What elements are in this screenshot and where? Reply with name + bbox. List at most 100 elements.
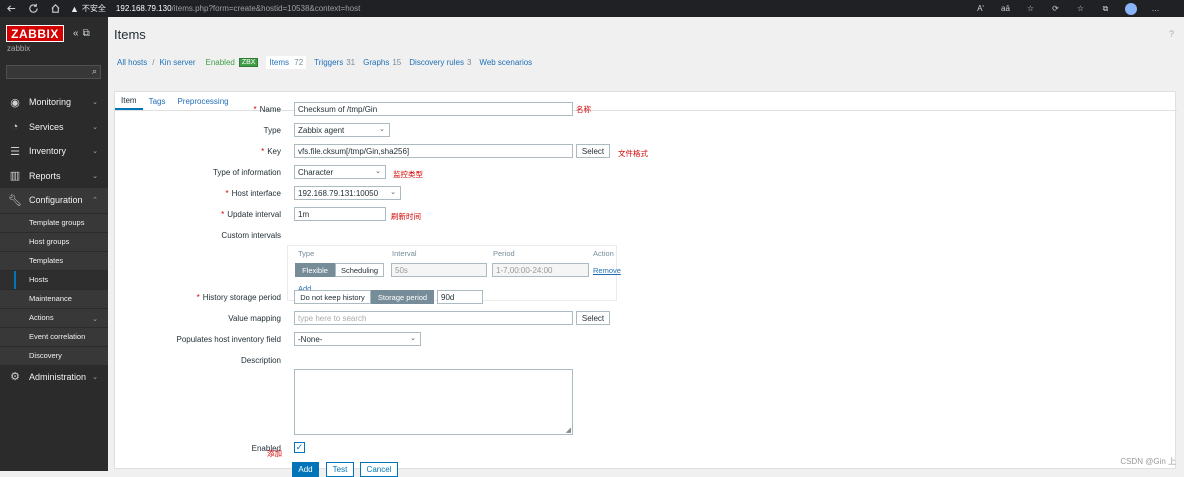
add-button[interactable]: Add	[292, 462, 319, 477]
value-mapping-input[interactable]: type here to search	[294, 311, 573, 325]
host-inventory-select[interactable]: -None- ⌄	[294, 332, 421, 346]
chevron-down-icon: ⌄	[92, 99, 98, 106]
browser-toolbar: ▲ 不安全 192.168.79.130/items.php?form=crea…	[0, 0, 1184, 17]
type-select[interactable]: Zabbix agent ⌄	[294, 123, 390, 137]
favorites-icon[interactable]: ☆	[1068, 0, 1093, 17]
breadcrumb: All hosts / Kin server Enabled ZBX Items…	[117, 56, 532, 69]
hsp-do-not-keep-toggle[interactable]: Do not keep history	[294, 290, 371, 304]
key-select-button[interactable]: Select	[576, 144, 610, 158]
main-menu: ◉ Monitoring ⌄ ◔ Services ⌄ ☰ Inventory …	[0, 90, 108, 389]
breadcrumb-all-hosts[interactable]: All hosts	[117, 58, 147, 67]
description-label: Description	[240, 356, 281, 365]
name-annotation: 名称	[576, 105, 591, 114]
sidebar-search-input[interactable]: ⌕	[6, 65, 101, 79]
submenu-hosts[interactable]: Hosts	[0, 269, 108, 290]
ci-scheduling-toggle[interactable]: Scheduling	[335, 263, 384, 277]
key-input[interactable]: vfs.file.cksum[/tmp/Gin,sha256]	[294, 144, 573, 158]
submenu-maintenance[interactable]: Maintenance	[0, 288, 108, 308]
name-input[interactable]: Checksum of /tmp/Gin	[294, 102, 573, 116]
more-icon[interactable]: …	[1143, 0, 1168, 17]
host-interface-select[interactable]: 192.168.79.131:10050 ⌄	[294, 186, 401, 200]
host-interface-label: * Host interface	[121, 189, 281, 198]
refresh-page-icon[interactable]: ⟳	[1043, 0, 1068, 17]
menu-configuration[interactable]: 🔧︎ Configuration ⌃	[0, 188, 108, 213]
profile-avatar[interactable]	[1118, 0, 1143, 17]
phi-select-value: -None-	[298, 334, 323, 344]
menu-monitoring[interactable]: ◉ Monitoring ⌄	[0, 90, 108, 115]
menu-label: Reports	[29, 170, 61, 181]
url-host: 192.168.79.130	[115, 4, 172, 13]
list-icon: ☰	[10, 145, 20, 158]
item-form-card: Item Tags Preprocessing * Name Checksum o…	[114, 91, 1177, 477]
submenu-event-correlation[interactable]: Event correlation	[0, 326, 108, 346]
menu-services[interactable]: ◔ Services ⌄	[0, 115, 108, 140]
submenu-template-groups[interactable]: Template groups	[0, 212, 108, 232]
required-marker: *	[261, 147, 265, 156]
nav-triggers-count: 31	[346, 58, 356, 67]
custom-intervals-label: Custom intervals	[221, 231, 281, 240]
cancel-button[interactable]: Cancel	[360, 462, 398, 477]
home-icon[interactable]	[44, 0, 66, 17]
submenu-actions[interactable]: Actions ⌄	[0, 307, 108, 327]
collapse-sidebar-icon[interactable]: «	[73, 28, 83, 39]
chevron-down-icon: ⌄	[410, 335, 416, 342]
clock-icon: ◔	[11, 120, 19, 133]
read-aloud-icon[interactable]: Aʹ	[968, 0, 993, 17]
page-title: Items	[114, 27, 146, 42]
submenu-templates[interactable]: Templates	[0, 250, 108, 270]
submenu-host-groups[interactable]: Host groups	[0, 231, 108, 251]
toi-annotation: 监控类型	[393, 170, 423, 179]
ci-flexible-toggle[interactable]: Flexible	[295, 263, 335, 277]
update-interval-input[interactable]: 1m	[294, 207, 386, 221]
nav-items[interactable]: Items 72	[266, 56, 307, 69]
collections-icon[interactable]: ⧉	[1093, 0, 1118, 17]
ci-col-period: Period	[493, 249, 515, 258]
ci-remove-link[interactable]: Remove	[593, 266, 621, 275]
hsp-value-input[interactable]: 90d	[437, 290, 483, 304]
menu-label: Administration	[29, 371, 87, 382]
ci-period-input[interactable]: 1-7,00:00-24:00	[492, 263, 589, 277]
chevron-down-icon: ⌄	[379, 126, 385, 133]
nav-discovery-rules[interactable]: Discovery rules 3	[409, 58, 471, 67]
security-label: 不安全	[81, 4, 106, 13]
nav-triggers[interactable]: Triggers 31	[314, 58, 355, 67]
type-of-information-select[interactable]: Character ⌄	[294, 165, 386, 179]
menu-administration[interactable]: ⚙︎ Administration ⌄	[0, 365, 108, 390]
url-path: /items.php?form=create&hostid=10538&cont…	[171, 4, 361, 13]
submenu-discovery[interactable]: Discovery	[0, 345, 108, 365]
server-name: zabbix	[7, 44, 31, 53]
menu-inventory[interactable]: ☰ Inventory ⌄	[0, 139, 108, 164]
help-icon[interactable]: ?	[1169, 29, 1174, 39]
watermark: CSDN @Gin 上	[1120, 457, 1176, 466]
type-label: Type	[263, 126, 281, 135]
configuration-submenu: Template groups Host groups Templates Ho…	[0, 212, 108, 365]
name-label: * Name	[121, 105, 281, 114]
host-interface-label-text: Host interface	[231, 189, 281, 198]
submenu-label: Actions	[29, 313, 54, 322]
zabbix-logo[interactable]: ZABBIX	[6, 25, 64, 42]
hsp-storage-period-toggle[interactable]: Storage period	[371, 290, 434, 304]
kiosk-mode-icon[interactable]: ⧉	[83, 28, 94, 39]
refresh-icon[interactable]	[22, 0, 44, 17]
translate-icon[interactable]: aā	[993, 0, 1018, 17]
search-icon[interactable]: ⌕	[92, 66, 97, 77]
back-icon[interactable]	[0, 0, 22, 17]
ci-interval-input[interactable]: 50s	[391, 263, 487, 277]
enabled-checkbox[interactable]: ✓	[294, 442, 305, 453]
menu-reports[interactable]: ▥ Reports ⌄	[0, 164, 108, 189]
nav-graphs[interactable]: Graphs 15	[363, 58, 401, 67]
favorite-icon[interactable]: ☆	[1018, 0, 1043, 17]
nav-discovery-label: Discovery rules	[409, 58, 464, 67]
breadcrumb-host[interactable]: Kin server	[159, 58, 195, 67]
resize-handle-icon[interactable]: ◢	[566, 426, 571, 434]
test-button[interactable]: Test	[326, 462, 354, 477]
required-marker: *	[253, 105, 257, 114]
update-interval-label: * Update interval	[121, 210, 281, 219]
address-bar[interactable]: ▲ 不安全 192.168.79.130/items.php?form=crea…	[70, 0, 360, 17]
key-annotation: 文件格式	[618, 149, 648, 158]
value-mapping-select-button[interactable]: Select	[576, 311, 610, 325]
nav-web-scenarios[interactable]: Web scenarios	[479, 58, 532, 67]
host-status-enabled[interactable]: Enabled	[205, 58, 234, 67]
description-textarea[interactable]: ◢	[294, 369, 573, 435]
menu-label: Monitoring	[29, 97, 72, 108]
